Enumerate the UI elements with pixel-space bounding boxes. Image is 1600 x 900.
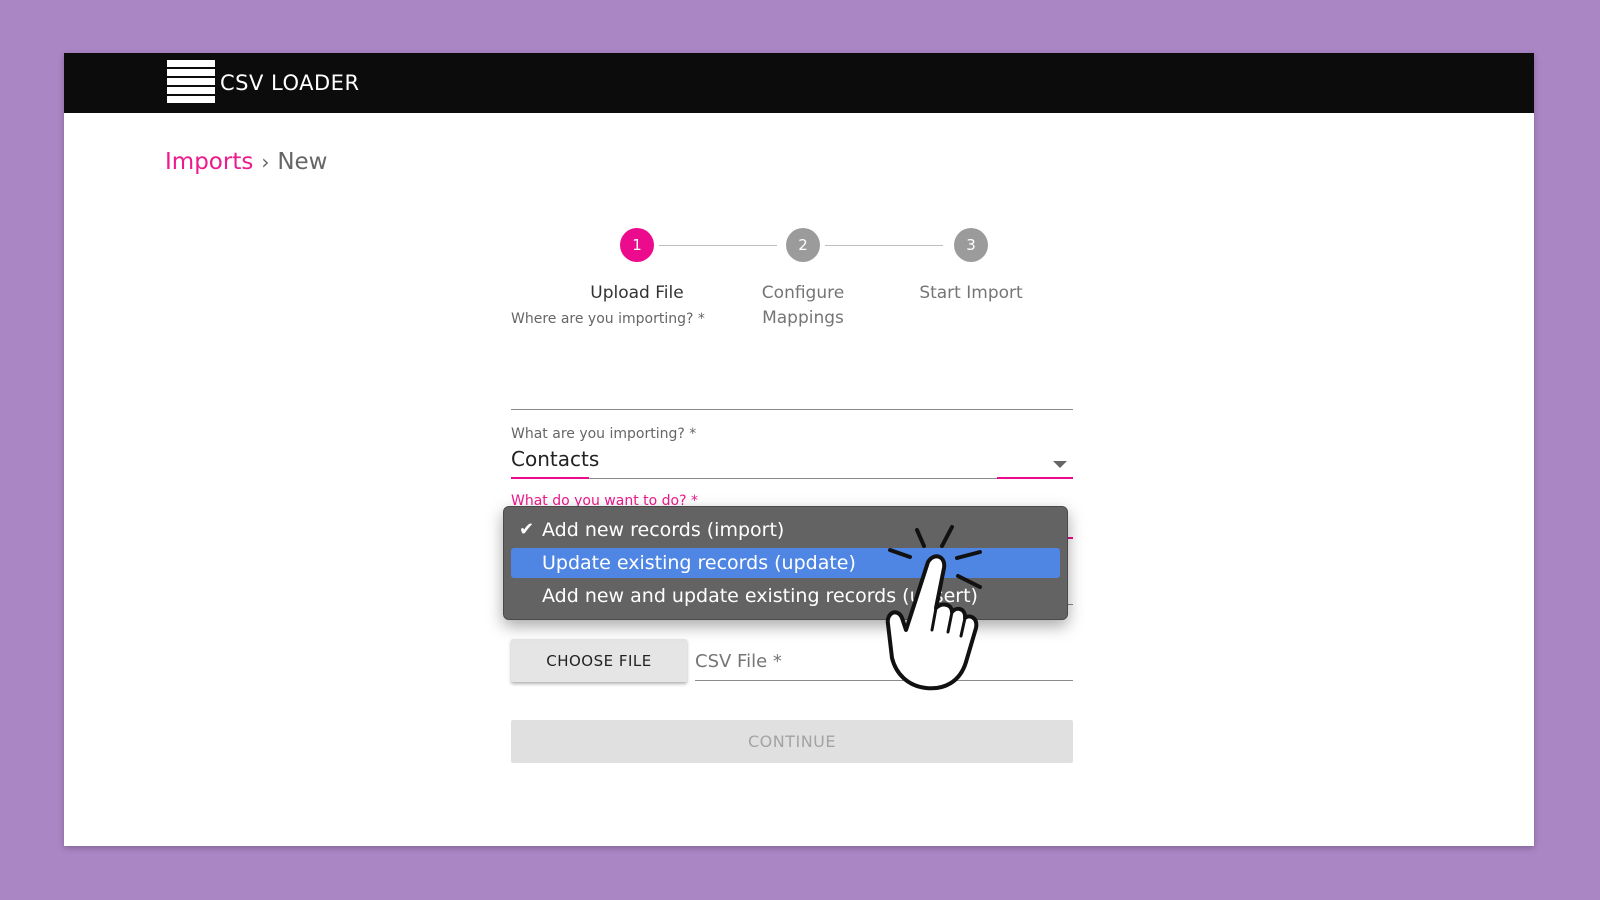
- where-underline: [511, 409, 1073, 410]
- breadcrumb-imports-link[interactable]: Imports: [165, 149, 253, 175]
- step-2-label-line1: Configure: [761, 283, 845, 303]
- pointing-hand-cursor-icon: [885, 525, 982, 691]
- csv-file-input[interactable]: CSV File *: [695, 651, 782, 672]
- choose-file-button[interactable]: CHOOSE FILE: [511, 639, 687, 682]
- what-underline-focus-right: [997, 477, 1073, 479]
- step-3-circle: 3: [954, 228, 988, 262]
- step-2-label: Configure Mappings: [733, 281, 873, 331]
- dropdown-option-label: Add new records (import): [542, 519, 785, 541]
- step-connector-2: [825, 245, 943, 246]
- top-bar: CSV LOADER: [64, 53, 1534, 113]
- stacked-bars-logo-icon: [167, 60, 215, 104]
- checkmark-icon: ✔: [519, 519, 535, 540]
- app-title: CSV LOADER: [220, 71, 360, 95]
- action-dropdown-menu: ✔ Add new records (import) Update existi…: [503, 506, 1068, 620]
- breadcrumb-current: New: [277, 149, 328, 175]
- app-window: CSV LOADER Imports › New 1 2 3 Upload File…: [64, 53, 1534, 846]
- step-2-circle: 2: [786, 228, 820, 262]
- where-label: Where are you importing? *: [511, 311, 705, 327]
- what-label: What are you importing? *: [511, 426, 697, 442]
- what-underline-focus-left: [511, 477, 589, 479]
- step-connector-1: [659, 245, 777, 246]
- step-1-label: Upload File: [590, 283, 684, 303]
- dropdown-option-label: Update existing records (update): [542, 552, 856, 574]
- where-select[interactable]: [511, 333, 1073, 383]
- continue-button[interactable]: CONTINUE: [511, 720, 1073, 763]
- breadcrumb: Imports › New: [165, 149, 328, 175]
- step-1-circle: 1: [620, 228, 654, 262]
- step-2-label-line2: Mappings: [762, 308, 844, 328]
- stepper: 1 2 3 Upload File Configure Mappings Sta…: [64, 175, 1534, 328]
- what-underline: [511, 478, 1073, 479]
- step-3-label: Start Import: [919, 283, 1023, 303]
- what-select-value[interactable]: Contacts: [511, 447, 599, 471]
- chevron-down-icon[interactable]: [1053, 461, 1067, 468]
- breadcrumb-separator: ›: [261, 150, 270, 174]
